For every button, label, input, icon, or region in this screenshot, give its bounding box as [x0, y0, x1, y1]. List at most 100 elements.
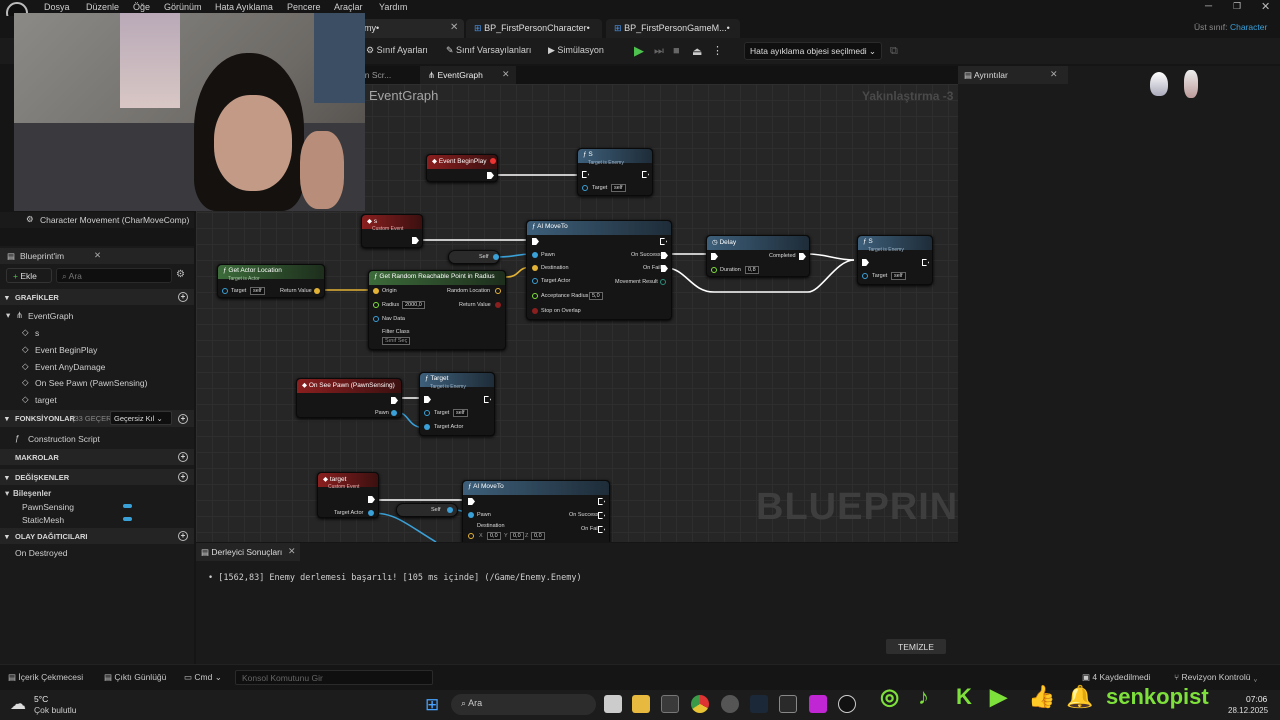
node-get-random-reachable-point[interactable]: ƒ Get Random Reachable Point in Radius O… [368, 270, 506, 350]
tab-event-graph[interactable]: ⋔ EventGraph ✕ [420, 66, 516, 84]
tab-compiler-results[interactable]: ▤ Derleyici Sonuçları ✕ [196, 543, 300, 561]
minimize-icon[interactable]: ─ [1205, 1, 1212, 12]
close-window-icon[interactable]: ✕ [1261, 0, 1270, 13]
exec-out-pin[interactable] [642, 171, 649, 178]
class-defaults-button[interactable]: ✎ Sınıf Varsayılanları [446, 45, 531, 56]
graph-item-s[interactable]: ◇ s [0, 325, 194, 341]
node-s-call[interactable]: ƒ S Target is Enemy Target self [577, 148, 653, 196]
node-on-see-pawn[interactable]: ◆ On See Pawn (PawnSensing) Pawn [296, 378, 402, 418]
exec-in-pin[interactable] [582, 171, 589, 178]
tab-details[interactable]: ▤ Ayrıntılar ✕ [958, 66, 1068, 84]
on-success-pin[interactable] [598, 512, 605, 519]
debug-filter-icon[interactable]: ⧉ [890, 45, 898, 58]
close-icon[interactable]: ✕ [288, 546, 296, 557]
cmd-dropdown[interactable]: ▭ Cmd ⌄ [184, 672, 222, 683]
menu-asset[interactable]: Öğe [133, 2, 150, 12]
node-delay[interactable]: ◷ Delay Completed Duration 0,8 [706, 235, 810, 277]
steam-icon[interactable] [750, 695, 768, 713]
more-options-icon[interactable]: ⋮ [712, 44, 723, 57]
gear-icon[interactable]: ⚙ [176, 269, 185, 280]
override-dropdown[interactable]: Geçersiz Kıl ⌄ [110, 411, 172, 425]
node-s-custom-event[interactable]: ◆ s Custom Event [361, 214, 423, 248]
pin-value[interactable]: self [611, 184, 626, 192]
pawn-pin[interactable] [468, 512, 474, 518]
target-pin[interactable] [582, 185, 588, 191]
tab-my-blueprint[interactable]: ▤ Blueprint'im ✕ [0, 248, 194, 264]
output-log-button[interactable]: ▤ Çıktı Günlüğü [104, 672, 166, 683]
destination-y-value[interactable]: 0,0 [510, 532, 524, 540]
target-actor-pin[interactable] [532, 278, 538, 284]
menu-debug[interactable]: Hata Ayıklama [215, 2, 273, 12]
destination-z-value[interactable]: 0,0 [531, 532, 545, 540]
add-circle-icon[interactable]: + [178, 292, 188, 302]
step-icon[interactable]: ⏭ [654, 45, 664, 58]
target-pin[interactable] [862, 273, 868, 279]
console-input[interactable]: Konsol Komutunu Gir [235, 670, 433, 685]
menu-view[interactable]: Görünüm [164, 2, 202, 12]
exec-in-pin[interactable] [424, 396, 431, 403]
add-button[interactable]: + Ekle [6, 268, 52, 283]
section-graphs[interactable]: ▾ GRAFİKLER + [0, 289, 194, 305]
node-ai-moveto[interactable]: ƒ AI MoveTo Pawn Destination Target Acto… [526, 220, 672, 320]
unsaved-indicator[interactable]: ▣ 4 Kaydedilmedi [1082, 672, 1151, 683]
pin-value[interactable]: self [891, 272, 906, 280]
graph-item-onseepawn[interactable]: ◇ On See Pawn (PawnSensing) [0, 375, 194, 391]
pin-value[interactable]: self [250, 287, 265, 295]
pin-value[interactable]: self [453, 409, 468, 417]
on-success-pin[interactable] [661, 252, 668, 259]
close-icon[interactable]: ✕ [502, 69, 510, 80]
exec-out-pin[interactable] [598, 498, 605, 505]
origin-pin[interactable] [373, 288, 379, 294]
exec-in-pin[interactable] [468, 498, 475, 505]
pin-value[interactable]: 0,8 [745, 266, 759, 274]
function-item-construction[interactable]: ƒ Construction Script [0, 431, 194, 447]
destination-pin[interactable] [532, 265, 538, 271]
exec-out-pin[interactable] [922, 259, 929, 266]
self-pin[interactable] [447, 507, 453, 513]
eject-icon[interactable]: ⏏ [692, 45, 702, 58]
revision-control-button[interactable]: ⑂ Revizyon Kontrolü ⌄ [1174, 672, 1258, 682]
node-ai-moveto-2[interactable]: ƒ AI MoveTo Pawn On Success Destination … [462, 480, 610, 542]
pawn-pin[interactable] [532, 252, 538, 258]
graph-item-target[interactable]: ◇ target [0, 392, 194, 408]
simulation-button[interactable]: ▶ Simülasyon [548, 45, 604, 56]
destination-pin[interactable] [468, 533, 474, 539]
play-icon[interactable]: ▶ [634, 43, 644, 59]
return-value-pin[interactable] [495, 302, 501, 308]
nav-data-pin[interactable] [373, 316, 379, 322]
exec-in-pin[interactable] [862, 259, 869, 266]
menu-window[interactable]: Pencere [287, 2, 321, 12]
search-field[interactable]: ⌕ Ara [56, 268, 172, 283]
exec-in-pin[interactable] [532, 238, 539, 245]
delegate-pin[interactable] [490, 158, 496, 164]
content-drawer-button[interactable]: ▤ İçerik Çekmecesi [8, 672, 83, 683]
on-fail-pin[interactable] [598, 526, 605, 533]
node-target-custom-event[interactable]: ◆ target Custom Event Target Actor [317, 472, 379, 518]
exec-pin[interactable] [412, 237, 419, 244]
section-functions[interactable]: ▾ FONKSİYONLAR (33 GEÇERSİ Geçersiz Kıl … [0, 410, 194, 427]
task-view-icon[interactable] [604, 695, 622, 713]
destination-x-value[interactable]: 0,0 [487, 532, 501, 540]
acceptance-radius-pin[interactable] [532, 293, 538, 299]
debug-object-select[interactable]: Hata ayıklama objesi seçilmedi ⌄ [744, 42, 882, 60]
maximize-icon[interactable]: ❐ [1233, 1, 1241, 12]
graph-item-anydamage[interactable]: ◇ Event AnyDamage [0, 359, 194, 375]
section-variables[interactable]: ▾ DEĞİŞKENLER + [0, 469, 194, 485]
filter-class-select[interactable]: Sınıf Seç [382, 337, 411, 345]
app-icon[interactable] [809, 695, 827, 713]
close-icon[interactable]: ✕ [94, 250, 101, 261]
radius-pin[interactable] [373, 302, 379, 308]
exec-out-pin[interactable] [484, 396, 491, 403]
chrome-icon[interactable] [691, 695, 709, 713]
stop-on-overlap-pin[interactable] [532, 308, 538, 314]
tab-first-person-gamemode[interactable]: ⊞ BP_FirstPersonGameM...• [606, 19, 740, 38]
target-pin[interactable] [424, 410, 430, 416]
exec-pin[interactable] [487, 172, 494, 179]
stop-icon[interactable]: ■ [673, 45, 680, 57]
node-event-beginplay[interactable]: ◆ Event BeginPlay [426, 154, 498, 182]
epic-games-icon[interactable] [779, 695, 797, 713]
exec-out-pin[interactable] [660, 238, 667, 245]
add-circle-icon[interactable]: + [178, 472, 188, 482]
self-pin[interactable] [493, 254, 499, 260]
target-pin[interactable] [222, 288, 228, 294]
